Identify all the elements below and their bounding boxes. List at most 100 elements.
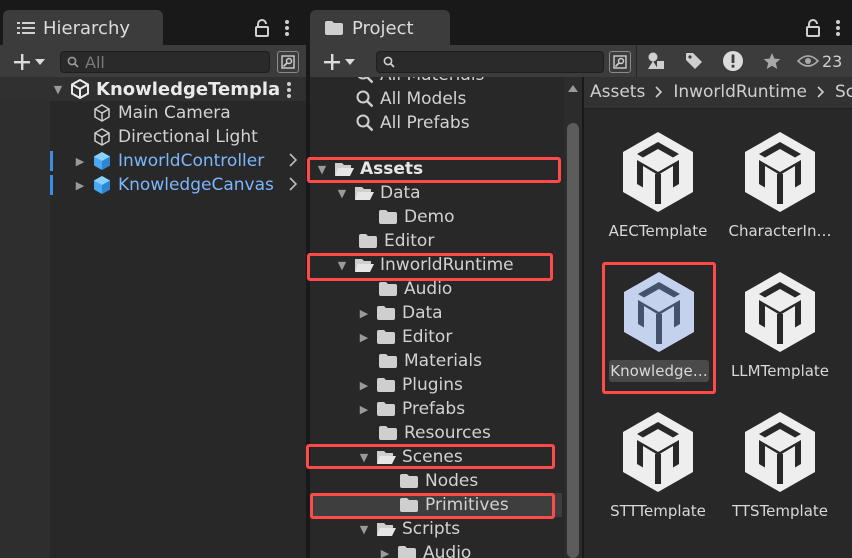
list-icon	[17, 20, 35, 36]
folder-icon	[376, 329, 396, 345]
folder-icon	[378, 425, 398, 441]
scrollbar-thumb[interactable]	[567, 123, 579, 558]
hierarchy-tab[interactable]: Hierarchy	[3, 10, 163, 46]
scene-more-icon[interactable]	[284, 80, 294, 100]
filter-by-type-icon[interactable]	[642, 48, 670, 74]
project-tab[interactable]: Project	[310, 10, 450, 46]
tree-item-resources[interactable]: Resources	[378, 421, 491, 445]
collapse-arrow-icon[interactable]: ▼	[52, 83, 64, 96]
visibility-toggle[interactable]: 23	[797, 48, 842, 74]
breadcrumb-item[interactable]: Assets	[590, 82, 645, 102]
asset-label: CharacterIn…	[728, 222, 832, 240]
tree-item-nodes[interactable]: Nodes	[399, 469, 478, 493]
hierarchy-item-main-camera[interactable]: Main Camera	[92, 101, 231, 125]
prefab-icon	[92, 151, 112, 171]
tree-item-editor-2[interactable]: ▶ Editor	[358, 325, 453, 349]
tree-item-label: Nodes	[425, 471, 479, 491]
scene-search-icon[interactable]	[277, 51, 299, 73]
tree-scrollbar[interactable]	[564, 77, 582, 558]
tree-item-label: Data	[380, 183, 421, 203]
favorite-label: All Prefabs	[380, 113, 470, 133]
tree-item-audio-2[interactable]: ▶ Audio	[379, 541, 471, 558]
collapse-arrow-icon[interactable]: ▼	[336, 187, 348, 200]
folder-icon	[399, 473, 419, 489]
folder-icon	[378, 353, 398, 369]
prefab-icon	[92, 175, 112, 195]
project-search-input[interactable]	[376, 51, 604, 73]
tree-item-label: Materials	[404, 351, 482, 371]
scene-row[interactable]: ▼ KnowledgeTempla	[52, 77, 280, 101]
tree-item-data[interactable]: ▼ Data	[336, 181, 421, 205]
asset-stt-template[interactable]: STTTemplate	[602, 410, 714, 522]
asset-label: AECTemplate	[608, 222, 708, 240]
highlight-inworld-runtime	[307, 253, 553, 281]
scroll-up-arrow-icon[interactable]	[568, 85, 578, 92]
hierarchy-search-input[interactable]: All	[60, 51, 270, 73]
tree-item-editor[interactable]: Editor	[358, 229, 434, 253]
tree-item-label: Editor	[402, 327, 453, 347]
modified-indicator	[50, 151, 53, 171]
tree-item-demo[interactable]: Demo	[378, 205, 455, 229]
tree-item-plugins[interactable]: ▶ Plugins	[358, 373, 463, 397]
favorite-all-prefabs[interactable]: All Prefabs	[356, 111, 470, 135]
chevron-right-icon	[817, 86, 825, 98]
chevron-right-icon[interactable]	[289, 177, 297, 191]
folder-icon	[397, 545, 417, 558]
folder-icon	[376, 401, 396, 417]
lock-icon[interactable]	[803, 18, 823, 38]
more-icon[interactable]	[831, 18, 845, 38]
tree-item-label: Scripts	[402, 519, 461, 539]
breadcrumb-item[interactable]: InworldRuntime	[673, 82, 807, 102]
expand-arrow-icon[interactable]: ▶	[358, 307, 370, 320]
modified-indicator	[50, 175, 53, 195]
project-tab-title: Project	[352, 17, 414, 39]
tree-item-label: Data	[402, 303, 443, 323]
chevron-right-icon[interactable]	[289, 153, 297, 167]
expand-arrow-icon[interactable]: ▶	[358, 403, 370, 416]
breadcrumb: Assets InworldRuntime Sc	[590, 82, 852, 102]
asset-aec-template[interactable]: AECTemplate	[602, 130, 714, 242]
expand-arrow-icon[interactable]: ▶	[74, 179, 86, 192]
lock-icon[interactable]	[252, 18, 272, 38]
asset-character-interaction[interactable]: CharacterIn…	[724, 130, 836, 242]
asset-label: LLMTemplate	[730, 362, 830, 380]
tree-item-scripts[interactable]: ▼ Scripts	[358, 517, 460, 541]
tree-item-data-2[interactable]: ▶ Data	[358, 301, 443, 325]
tree-item-materials[interactable]: Materials	[378, 349, 482, 373]
tree-item-prefabs[interactable]: ▶ Prefabs	[358, 397, 465, 421]
tree-item-label: Audio	[404, 279, 453, 299]
favorite-all-models[interactable]: All Models	[356, 87, 466, 111]
project-tree: All Materials All Models All Prefabs ▼ A…	[310, 77, 582, 558]
asset-tts-template[interactable]: TTSTemplate	[724, 410, 836, 522]
highlight-scenes	[306, 444, 555, 469]
more-icon[interactable]	[280, 18, 294, 38]
search-icon	[356, 114, 374, 132]
asset-knowledge-template[interactable]: Knowledge…	[603, 270, 715, 382]
breadcrumb-item[interactable]: Sc	[835, 82, 852, 102]
asset-llm-template[interactable]: LLMTemplate	[724, 270, 836, 382]
folder-icon	[376, 305, 396, 321]
star-icon[interactable]	[758, 48, 786, 74]
hierarchy-item-directional-light[interactable]: Directional Light	[92, 125, 258, 149]
favorite-all-materials[interactable]: All Materials	[356, 77, 484, 87]
hierarchy-item-knowledge-canvas[interactable]: ▶ KnowledgeCanvas	[74, 173, 274, 197]
asset-label: TTSTemplate	[731, 502, 829, 520]
expand-arrow-icon[interactable]: ▶	[74, 155, 86, 168]
unity-scene-icon	[621, 130, 695, 214]
asset-label: STTTemplate	[610, 502, 706, 520]
expand-arrow-icon[interactable]: ▶	[379, 547, 391, 558]
expand-arrow-icon[interactable]: ▶	[358, 331, 370, 344]
hierarchy-item-label: Main Camera	[118, 103, 231, 123]
tag-icon[interactable]	[680, 48, 708, 74]
create-button[interactable]	[318, 50, 360, 74]
expand-arrow-icon[interactable]: ▶	[358, 379, 370, 392]
toolbar-divider	[636, 45, 637, 77]
search-by-scene-icon[interactable]	[609, 51, 631, 73]
hierarchy-item-inworld-controller[interactable]: ▶ InworldController	[74, 149, 264, 173]
warning-icon[interactable]	[719, 47, 747, 75]
collapse-arrow-icon[interactable]: ▼	[358, 523, 370, 536]
add-button[interactable]	[8, 50, 50, 74]
favorite-label: All Models	[380, 89, 467, 109]
hierarchy-item-label: KnowledgeCanvas	[118, 175, 274, 195]
unity-scene-icon	[621, 410, 695, 494]
